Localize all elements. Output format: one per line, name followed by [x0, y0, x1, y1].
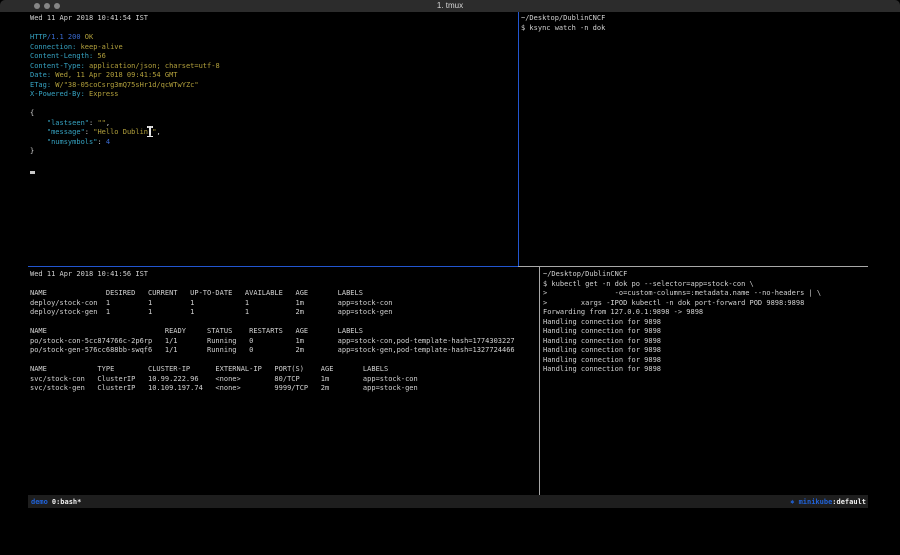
output-line: Forwarding from 127.0.0.1:9898 -> 9898	[543, 308, 867, 318]
blank-line	[30, 280, 536, 290]
table-row: svc/stock-con ClusterIP 10.99.222.96 <no…	[30, 375, 536, 385]
terminal-cursor	[30, 171, 35, 174]
json-line-lastseen: "lastseen": "",	[30, 119, 516, 129]
window-tab[interactable]: 0:bash*	[52, 498, 82, 506]
http-header-connection: Connection: keep-alive	[30, 43, 516, 53]
output-line: Handling connection for 9898	[543, 365, 867, 375]
pane-divider-horizontal-inactive	[518, 266, 868, 267]
pane-divider-vertical-top	[518, 12, 519, 266]
table-row: po/stock-gen-576cc688bb-swqf6 1/1 Runnin…	[30, 346, 536, 356]
blank-line	[30, 157, 516, 167]
services-table-header: NAME TYPE CLUSTER-IP EXTERNAL-IP PORT(S)…	[30, 365, 536, 375]
prompt-cwd: ~/Desktop/DublinCNCF	[521, 14, 867, 24]
output-line: Handling connection for 9898	[543, 356, 867, 366]
blank-line	[30, 318, 536, 328]
output-line: Handling connection for 9898	[543, 327, 867, 337]
terminal-cursor-line	[30, 166, 516, 176]
json-line-numsymbols: "numsymbols": 4	[30, 138, 516, 148]
blank-line	[30, 100, 516, 110]
timestamp: Wed 11 Apr 2018 10:41:56 IST	[30, 270, 536, 280]
pane-kubectl-resources[interactable]: Wed 11 Apr 2018 10:41:56 IST NAME DESIRE…	[30, 270, 536, 492]
http-status-line: HTTP/1.1 200 OK	[30, 33, 516, 43]
kube-namespace: :default	[832, 498, 866, 506]
http-header-content-type: Content-Type: application/json; charset=…	[30, 62, 516, 72]
tmux-statusbar: demo 0:bash* ⎈ minikube:default	[28, 495, 868, 508]
pane-port-forward[interactable]: ~/Desktop/DublinCNCF $ kubectl get -n do…	[543, 270, 867, 492]
pane-divider-vertical-bottom	[539, 267, 540, 495]
statusbar-left: demo 0:bash*	[28, 498, 81, 506]
window-title: 1. tmux	[0, 1, 900, 10]
pane-ksync-watch[interactable]: ~/Desktop/DublinCNCF $ ksync watch -n do…	[521, 14, 867, 264]
http-header-etag: ETag: W/"38-05coCsrg3mQ75sHr1d/qcWTwYZc"	[30, 81, 516, 91]
blank-line	[30, 356, 536, 366]
pods-table-header: NAME READY STATUS RESTARTS AGE LABELS	[30, 327, 536, 337]
table-row: deploy/stock-gen 1 1 1 1 2m app=stock-ge…	[30, 308, 536, 318]
command-line: > xargs -IPOD kubectl -n dok port-forwar…	[543, 299, 867, 309]
statusbar-right: ⎈ minikube:default	[790, 498, 868, 506]
pane-http-response[interactable]: Wed 11 Apr 2018 10:41:54 IST HTTP/1.1 20…	[30, 14, 516, 264]
pane-divider-horizontal-active	[28, 266, 518, 267]
json-close-brace: }	[30, 147, 516, 157]
deployments-table-header: NAME DESIRED CURRENT UP-TO-DATE AVAILABL…	[30, 289, 536, 299]
window-titlebar: 1. tmux	[0, 0, 900, 12]
http-header-date: Date: Wed, 11 Apr 2018 09:41:54 GMT	[30, 71, 516, 81]
command-line: $ ksync watch -n dok	[521, 24, 867, 34]
output-line: Handling connection for 9898	[543, 346, 867, 356]
command-line: $ kubectl get -n dok po --selector=app=s…	[543, 280, 867, 290]
terminal-window: 1. tmux Wed 11 Apr 2018 10:41:54 IST HTT…	[0, 0, 900, 555]
table-row: deploy/stock-con 1 1 1 1 1m app=stock-co…	[30, 299, 536, 309]
http-header-content-length: Content-Length: 56	[30, 52, 516, 62]
timestamp: Wed 11 Apr 2018 10:41:54 IST	[30, 14, 516, 24]
json-line-message: "message": "Hello Dublin!",	[30, 128, 516, 138]
output-line: Handling connection for 9898	[543, 318, 867, 328]
kubernetes-helm-icon: ⎈	[790, 498, 798, 506]
table-row: po/stock-con-5cc874766c-2p6rp 1/1 Runnin…	[30, 337, 536, 347]
prompt-cwd: ~/Desktop/DublinCNCF	[543, 270, 867, 280]
output-line: Handling connection for 9898	[543, 337, 867, 347]
json-open-brace: {	[30, 109, 516, 119]
kube-context: minikube	[799, 498, 833, 506]
blank-line	[30, 24, 516, 34]
table-row: svc/stock-gen ClusterIP 10.109.197.74 <n…	[30, 384, 536, 394]
http-header-x-powered-by: X-Powered-By: Express	[30, 90, 516, 100]
command-line: > -o=custom-columns=:metadata.name --no-…	[543, 289, 867, 299]
session-name: demo	[31, 498, 48, 506]
